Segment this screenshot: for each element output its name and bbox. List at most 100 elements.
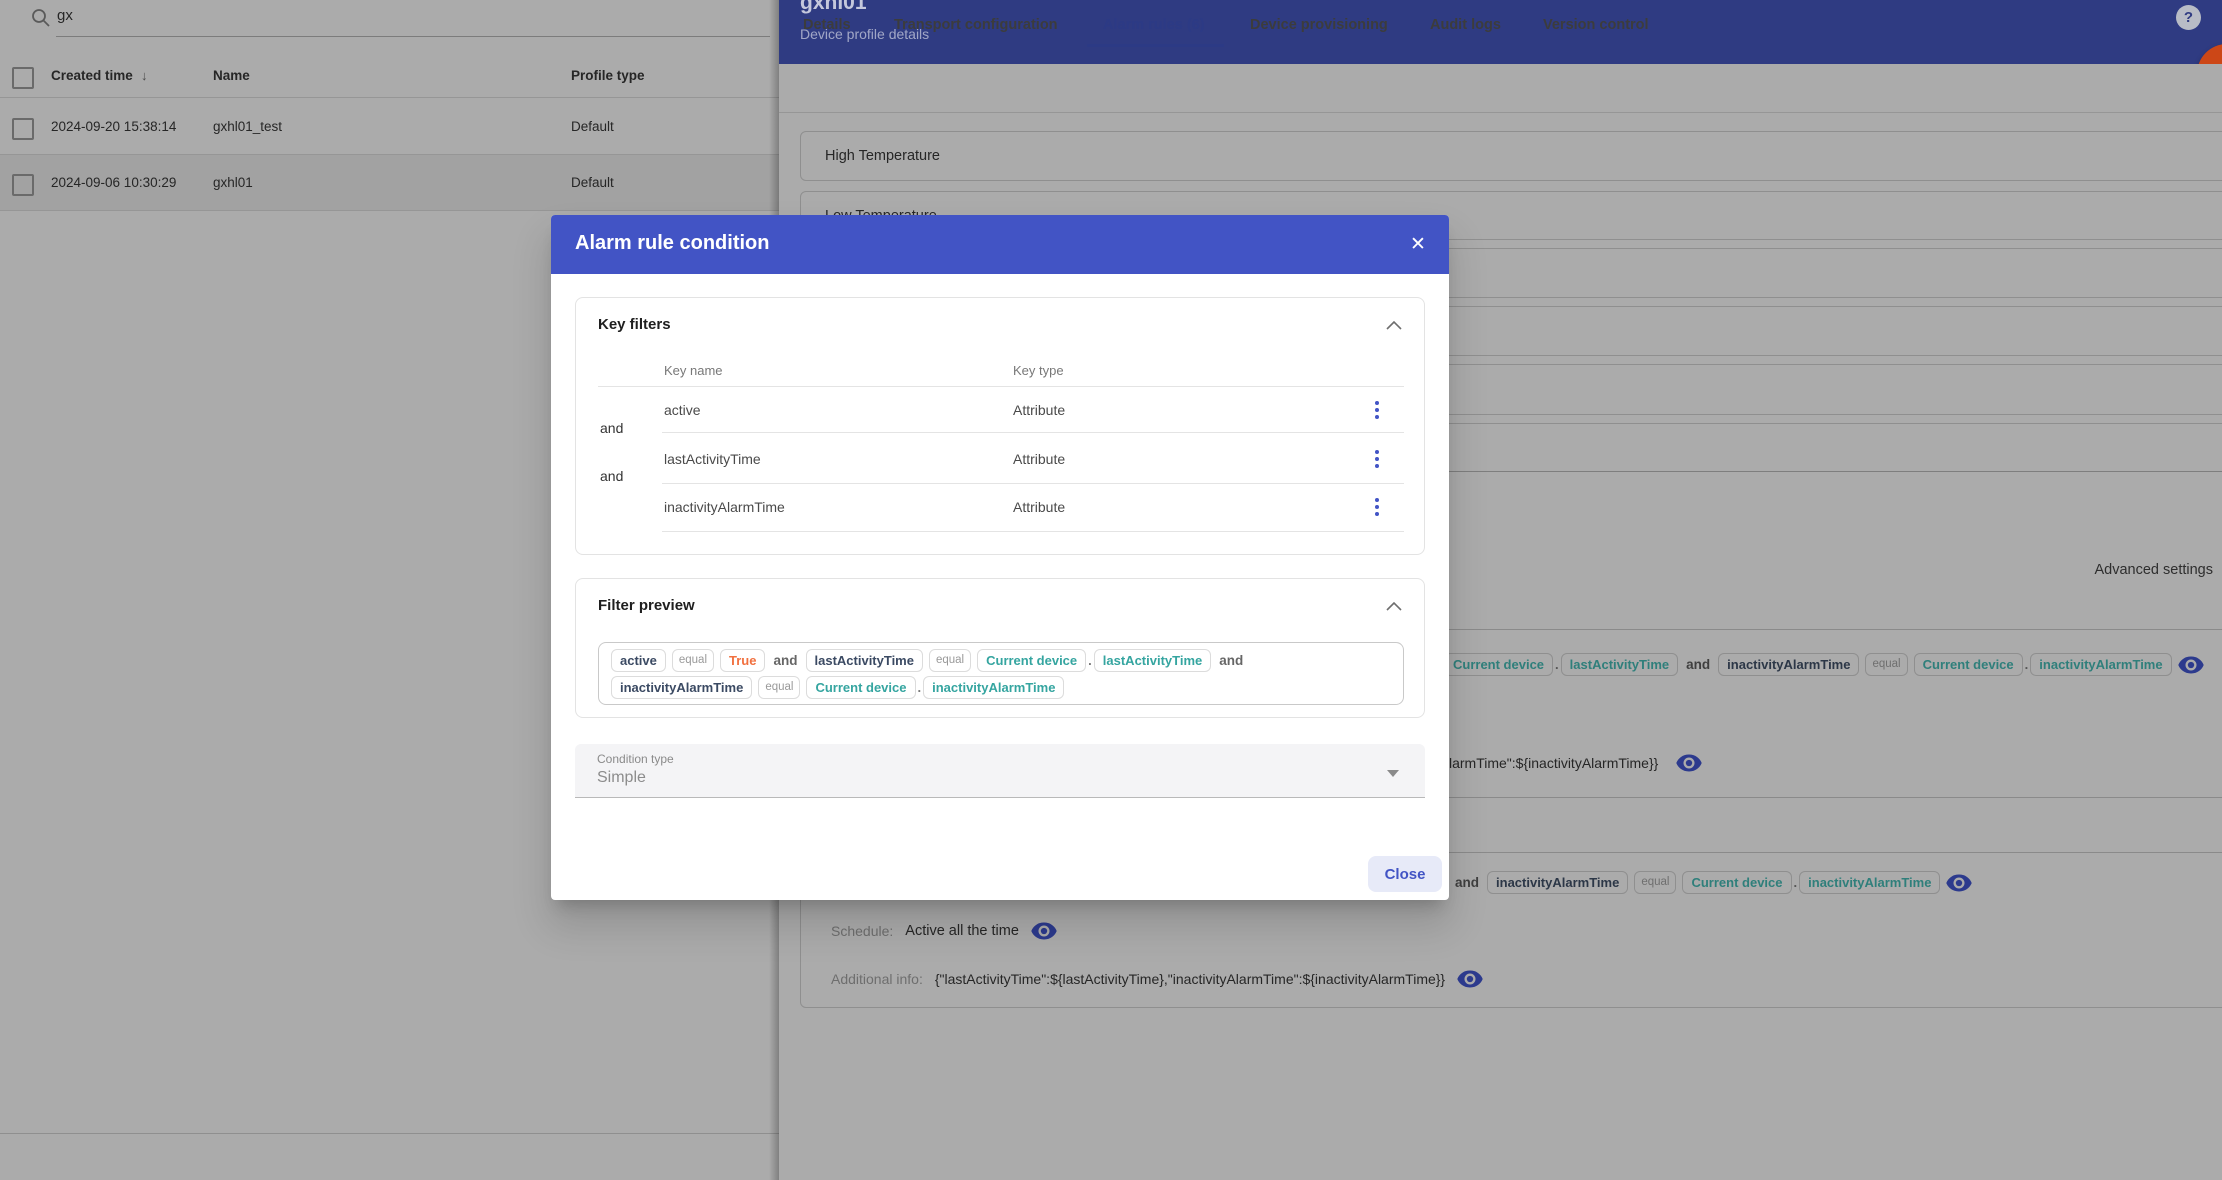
filter-chip-op: equal bbox=[1865, 653, 1907, 676]
clear-condition-chips-row: andinactivityAlarmTimeequalCurrent devic… bbox=[1453, 871, 1972, 894]
filter-preview-title: Filter preview bbox=[598, 597, 695, 614]
filter-chip-entity: lastActivityTime bbox=[1561, 653, 1678, 676]
cell-name: gxhl01_test bbox=[213, 119, 282, 134]
filter-chip-entity: inactivityAlarmTime bbox=[923, 676, 1064, 699]
condition-type-value: Simple bbox=[597, 769, 646, 787]
row-divider bbox=[662, 432, 1404, 433]
filter-chip-value: True bbox=[720, 649, 765, 672]
tab-alarm-rules[interactable]: Alarm rules (6) bbox=[1103, 17, 1205, 33]
key-filters-title: Key filters bbox=[598, 316, 671, 333]
row-menu-icon[interactable] bbox=[1375, 498, 1379, 516]
cell-profile-type: Default bbox=[571, 119, 614, 134]
row-checkbox[interactable] bbox=[12, 174, 34, 196]
close-button[interactable]: Close bbox=[1368, 856, 1442, 892]
filter-chip-key: lastActivityTime bbox=[806, 649, 923, 672]
active-tab-underline bbox=[1087, 44, 1224, 47]
chevron-down-icon bbox=[1387, 770, 1399, 777]
row-menu-icon[interactable] bbox=[1375, 401, 1379, 419]
filter-chip-join: and bbox=[1217, 652, 1245, 669]
select-all-checkbox[interactable] bbox=[12, 67, 34, 89]
filter-chip-key: inactivityAlarmTime bbox=[1487, 871, 1628, 894]
tab-device-provisioning[interactable]: Device provisioning bbox=[1250, 17, 1388, 33]
filter-chip-entity: inactivityAlarmTime bbox=[1799, 871, 1940, 894]
column-profile-type[interactable]: Profile type bbox=[571, 68, 645, 83]
filter-chip-dot: . bbox=[2025, 656, 2029, 673]
search-underline bbox=[56, 36, 770, 37]
dialog-header: Alarm rule condition ✕ bbox=[551, 215, 1449, 274]
tab-version-control[interactable]: Version control bbox=[1543, 17, 1649, 33]
filter-chip-entity: Current device bbox=[1914, 653, 2023, 676]
row-divider bbox=[662, 531, 1404, 532]
table-row[interactable]: 2024-09-20 15:38:14 gxhl01_test Default bbox=[0, 98, 779, 154]
eye-icon[interactable] bbox=[1031, 922, 1057, 940]
alarm-rule-panel-high-temperature[interactable]: High Temperature bbox=[800, 131, 2222, 181]
search-icon bbox=[31, 8, 51, 28]
cell-name: gxhl01 bbox=[213, 175, 253, 190]
details-partial-text: larmTime":${inactivityAlarmTime}} bbox=[1449, 755, 1658, 771]
filter-chip-join: and bbox=[1453, 874, 1481, 891]
filter-chip-op: equal bbox=[929, 649, 971, 672]
key-name-cell: active bbox=[664, 402, 701, 418]
tab-audit-logs[interactable]: Audit logs bbox=[1430, 17, 1501, 33]
filter-chip-dot: . bbox=[1555, 656, 1559, 673]
row-divider bbox=[662, 483, 1404, 484]
row-menu-icon[interactable] bbox=[1375, 450, 1379, 468]
cell-profile-type: Default bbox=[571, 175, 614, 190]
tab-bar bbox=[779, 64, 2222, 113]
sort-desc-icon[interactable]: ↓ bbox=[141, 68, 148, 83]
condition-type-label: Condition type bbox=[597, 752, 674, 766]
filter-chip-op: equal bbox=[672, 649, 714, 672]
filter-chip-dot: . bbox=[1794, 874, 1798, 891]
close-icon[interactable]: ✕ bbox=[1403, 229, 1433, 259]
schedule-label: Schedule: bbox=[831, 923, 893, 939]
key-type-cell: Attribute bbox=[1013, 402, 1065, 418]
filter-chip-key: inactivityAlarmTime bbox=[1718, 653, 1859, 676]
filter-preview-box: activeequalTrueandlastActivityTimeequalC… bbox=[598, 642, 1404, 705]
schedule-row: Schedule: Active all the time bbox=[831, 922, 1057, 940]
joiner-label: and bbox=[600, 420, 623, 436]
row-checkbox[interactable] bbox=[12, 118, 34, 140]
condition-chips-row: Current device.lastActivityTimeandinacti… bbox=[1444, 653, 2204, 676]
details-partial-row: larmTime":${inactivityAlarmTime}} bbox=[1449, 754, 1702, 772]
table-row[interactable]: 2024-09-06 10:30:29 gxhl01 Default bbox=[0, 155, 779, 210]
filter-chip-entity: Current device bbox=[806, 676, 915, 699]
additional-info-label: Additional info: bbox=[831, 971, 923, 987]
table-header-divider bbox=[598, 386, 1404, 387]
alarm-rule-condition-dialog: Alarm rule condition ✕ Key filters Key n… bbox=[551, 215, 1449, 900]
alarm-rule-title: High Temperature bbox=[825, 148, 940, 164]
eye-icon[interactable] bbox=[2178, 656, 2204, 674]
filter-chip-join: and bbox=[771, 652, 799, 669]
eye-icon[interactable] bbox=[1676, 754, 1702, 772]
drawer-title: gxhl01 bbox=[800, 0, 867, 15]
condition-type-select[interactable]: Condition type Simple bbox=[575, 744, 1425, 798]
key-type-cell: Attribute bbox=[1013, 499, 1065, 515]
eye-icon[interactable] bbox=[1457, 970, 1483, 988]
filter-chip-entity: lastActivityTime bbox=[1094, 649, 1211, 672]
help-icon[interactable]: ? bbox=[2176, 5, 2201, 30]
tab-details[interactable]: Details bbox=[803, 17, 851, 33]
preview-line-1: activeequalTrueandlastActivityTimeequalC… bbox=[611, 649, 1391, 672]
column-name[interactable]: Name bbox=[213, 68, 250, 83]
filter-chip-entity: Current device bbox=[977, 649, 1086, 672]
eye-icon[interactable] bbox=[1946, 874, 1972, 892]
table-footer-divider bbox=[0, 1133, 779, 1134]
column-created-time[interactable]: Created time bbox=[51, 68, 133, 83]
schedule-value: Active all the time bbox=[905, 923, 1019, 939]
filter-chip-join: and bbox=[1684, 656, 1712, 673]
cell-created-time: 2024-09-06 10:30:29 bbox=[51, 175, 176, 190]
key-filters-card: Key filters Key name Key type active Att… bbox=[575, 297, 1425, 555]
filter-chip-key: inactivityAlarmTime bbox=[611, 676, 752, 699]
filter-chip-key: active bbox=[611, 649, 666, 672]
chevron-up-icon[interactable] bbox=[1386, 321, 1402, 330]
advanced-settings-link[interactable]: Advanced settings bbox=[2095, 562, 2214, 578]
chevron-up-icon[interactable] bbox=[1386, 602, 1402, 611]
preview-line-2: inactivityAlarmTimeequalCurrent device.i… bbox=[611, 676, 1391, 699]
additional-info-value: {"lastActivityTime":${lastActivityTime},… bbox=[935, 971, 1445, 987]
tab-transport-configuration[interactable]: Transport configuration bbox=[894, 17, 1058, 33]
filter-chip-op: equal bbox=[758, 676, 800, 699]
filter-chip-dot: . bbox=[1088, 652, 1092, 669]
filter-preview-card: Filter preview activeequalTrueandlastAct… bbox=[575, 578, 1425, 718]
filter-chip-entity: inactivityAlarmTime bbox=[2030, 653, 2171, 676]
search-input[interactable]: gx bbox=[57, 7, 73, 24]
dialog-title: Alarm rule condition bbox=[575, 232, 769, 255]
